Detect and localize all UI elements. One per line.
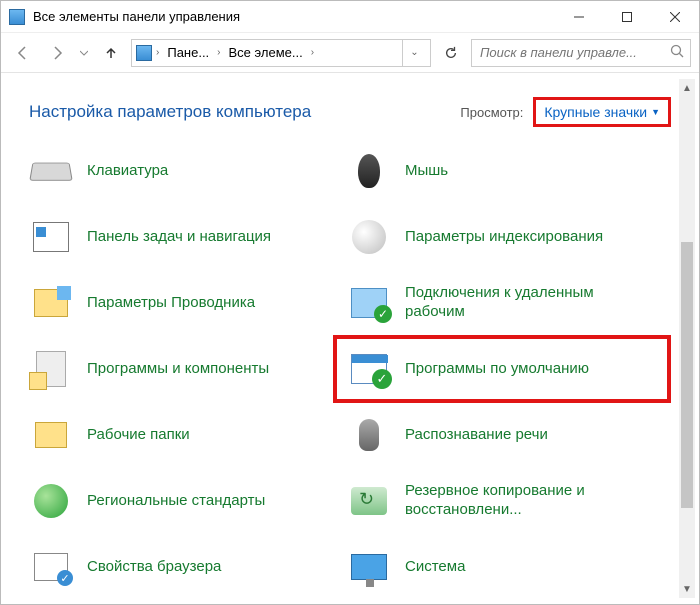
explorer-icon — [29, 281, 73, 325]
chevron-right-icon[interactable]: › — [309, 47, 316, 58]
scroll-up-button[interactable]: ▲ — [679, 79, 695, 97]
app-icon — [9, 9, 25, 25]
cp-item-label: Клавиатура — [87, 162, 168, 181]
close-button[interactable] — [651, 1, 699, 33]
chevron-down-icon: ▼ — [651, 107, 660, 117]
up-button[interactable] — [97, 39, 125, 67]
cp-item-taskbar[interactable]: Панель задач и навигация — [29, 215, 339, 259]
breadcrumb-dropdown[interactable]: ⌄ — [402, 40, 426, 66]
breadcrumb[interactable]: › Пане... › Все элеме... › ⌄ — [131, 39, 431, 67]
folders-icon — [29, 413, 73, 457]
cp-item-folders[interactable]: Рабочие папки — [29, 413, 339, 457]
recent-dropdown[interactable] — [77, 39, 91, 67]
forward-button[interactable] — [43, 39, 71, 67]
address-bar: › Пане... › Все элеме... › ⌄ — [1, 33, 699, 73]
view-label: Просмотр: — [460, 105, 523, 120]
scrollbar[interactable]: ▲ ▼ — [679, 79, 695, 598]
chevron-right-icon[interactable]: › — [154, 47, 161, 58]
breadcrumb-root[interactable]: Пане... — [163, 45, 213, 60]
cp-item-label: Свойства браузера — [87, 558, 221, 577]
cp-item-label: Мышь — [405, 162, 448, 181]
page-title: Настройка параметров компьютера — [29, 102, 311, 122]
scroll-track[interactable] — [679, 97, 695, 580]
cp-item-remote[interactable]: Подключения к удаленным рабочим — [347, 281, 657, 325]
search-box[interactable] — [471, 39, 691, 67]
titlebar: Все элементы панели управления — [1, 1, 699, 33]
programs-icon — [29, 347, 73, 391]
breadcrumb-current[interactable]: Все элеме... — [225, 45, 307, 60]
cp-item-label: Резервное копирование и восстановлени... — [405, 482, 657, 520]
speech-icon — [347, 413, 391, 457]
cp-item-browser[interactable]: Свойства браузера — [29, 545, 339, 589]
cp-item-label: Распознавание речи — [405, 426, 548, 445]
refresh-button[interactable] — [437, 39, 465, 67]
cp-item-label: Региональные стандарты — [87, 492, 265, 511]
chevron-right-icon[interactable]: › — [215, 47, 222, 58]
maximize-button[interactable] — [603, 1, 651, 33]
view-mode-value: Крупные значки — [544, 104, 647, 120]
cp-item-label: Параметры Проводника — [87, 294, 255, 313]
cp-item-mouse[interactable]: Мышь — [347, 149, 657, 193]
cp-item-programs[interactable]: Программы и компоненты — [29, 347, 339, 391]
globe-icon — [29, 479, 73, 523]
cp-item-keyboard[interactable]: Клавиатура — [29, 149, 339, 193]
scroll-thumb[interactable] — [681, 242, 693, 508]
cp-item-label: Подключения к удаленным рабочим — [405, 284, 657, 322]
window-title: Все элементы панели управления — [33, 9, 240, 24]
taskbar-icon — [29, 215, 73, 259]
cp-item-label: Система — [405, 558, 465, 577]
view-mode-dropdown[interactable]: Крупные значки ▼ — [533, 97, 671, 127]
mouse-icon — [347, 149, 391, 193]
search-input[interactable] — [478, 44, 670, 61]
back-button[interactable] — [9, 39, 37, 67]
items-grid: Клавиатура Мышь Панель задач и навигация Па… — [29, 149, 671, 589]
system-icon — [347, 545, 391, 589]
cp-item-label: Параметры индексирования — [405, 228, 603, 247]
cp-item-speech[interactable]: Распознавание речи — [347, 413, 657, 457]
cp-item-backup[interactable]: Резервное копирование и восстановлени... — [347, 479, 657, 523]
search-icon[interactable] — [670, 44, 684, 61]
browser-icon — [29, 545, 73, 589]
defaults-icon — [347, 347, 391, 391]
cp-item-globe[interactable]: Региональные стандарты — [29, 479, 339, 523]
content-area: Настройка параметров компьютера Просмотр… — [1, 73, 699, 604]
minimize-button[interactable] — [555, 1, 603, 33]
remote-icon — [347, 281, 391, 325]
cp-item-label: Рабочие папки — [87, 426, 190, 445]
keyboard-icon — [29, 149, 73, 193]
scroll-down-button[interactable]: ▼ — [679, 580, 695, 598]
cp-item-index[interactable]: Параметры индексирования — [347, 215, 657, 259]
control-panel-icon — [136, 45, 152, 61]
cp-item-defaults[interactable]: Программы по умолчанию — [333, 335, 671, 403]
cp-item-label: Программы и компоненты — [87, 360, 269, 379]
cp-item-label: Панель задач и навигация — [87, 228, 271, 247]
cp-item-explorer[interactable]: Параметры Проводника — [29, 281, 339, 325]
cp-item-system[interactable]: Система — [347, 545, 657, 589]
index-icon — [347, 215, 391, 259]
cp-item-label: Программы по умолчанию — [405, 360, 589, 379]
backup-icon — [347, 479, 391, 523]
